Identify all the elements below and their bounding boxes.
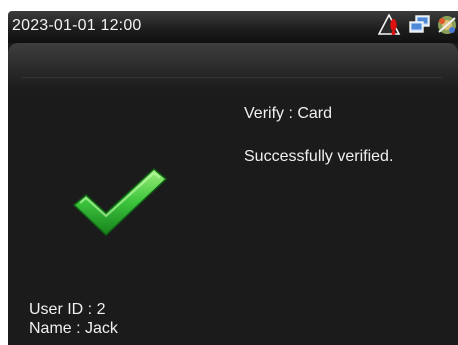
status-icons [377, 12, 458, 41]
verify-result-text: Successfully verified. [244, 148, 394, 165]
panel-header [8, 43, 458, 91]
settings-icon [436, 14, 458, 41]
verification-panel: Verify : Card Successfully verified. Use… [8, 43, 458, 345]
network-icon [409, 14, 431, 40]
device-screen: 2023-01-01 12:00 Verify: Card Successfu… [0, 0, 458, 345]
panel-header-highlight [22, 77, 442, 78]
verify-method-text: Verify : Card [244, 105, 333, 122]
user-name-text: Name : Jack [29, 320, 118, 337]
warning-icon [377, 12, 404, 41]
user-id-text: User ID : 2 [29, 301, 106, 318]
datetime-label: 2023-01-01 12:00 [12, 17, 142, 34]
status-bar: 2023-01-01 12:00 [8, 11, 458, 43]
checkmark-icon [70, 163, 170, 239]
